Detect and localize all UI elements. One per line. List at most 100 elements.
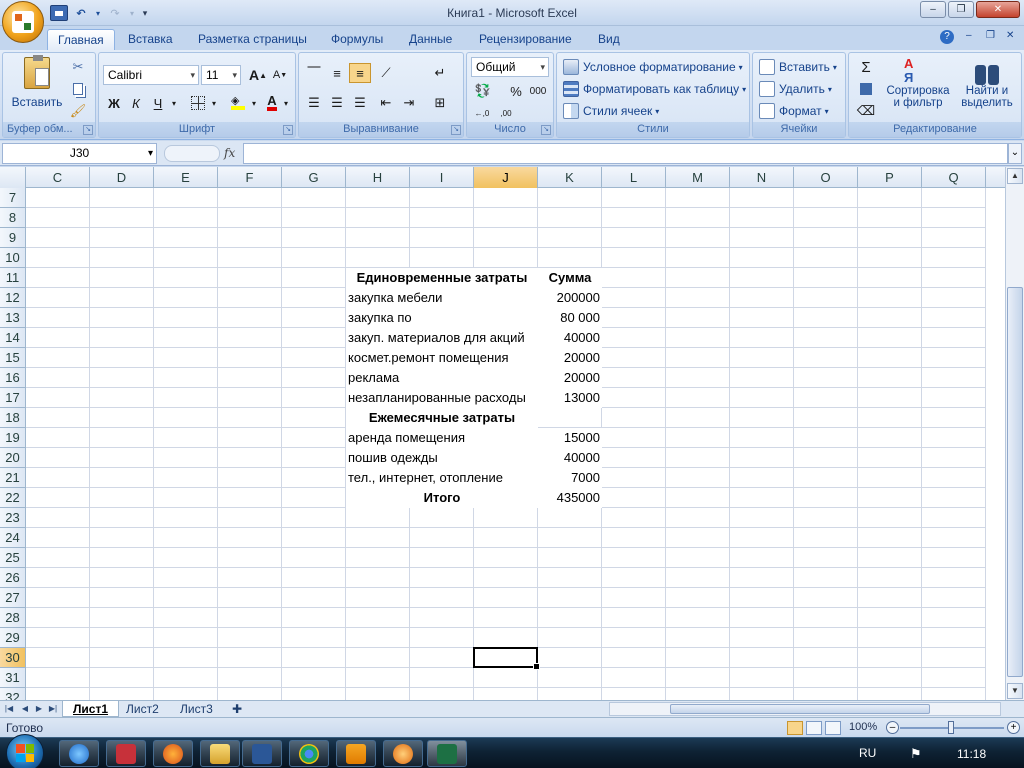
row-header-10[interactable]: 10: [0, 248, 26, 268]
column-header-G[interactable]: G: [282, 167, 346, 188]
delete-cells-button[interactable]: Удалить ▾: [759, 79, 832, 99]
cell-value-row-20[interactable]: 40000: [538, 448, 602, 468]
align-top-icon[interactable]: ⎺: [303, 63, 325, 83]
autosum-icon[interactable]: Σ: [855, 57, 877, 77]
next-sheet-icon[interactable]: ▶: [33, 703, 45, 715]
scroll-down-icon[interactable]: ▼: [1007, 683, 1023, 699]
row-header-30[interactable]: 30: [0, 648, 26, 668]
number-format-combo[interactable]: Общий: [471, 57, 549, 77]
increase-indent-icon[interactable]: ⇥: [398, 93, 420, 113]
minimize-button[interactable]: –: [920, 1, 946, 18]
vertical-scrollbar[interactable]: ▲ ▼: [1005, 167, 1024, 700]
row-header-18[interactable]: 18: [0, 408, 26, 428]
cell-label-row-14[interactable]: закуп. материалов для акций: [346, 328, 538, 348]
borders-icon[interactable]: [187, 93, 209, 113]
language-indicator[interactable]: RU: [859, 746, 876, 760]
taskbar-app7-button[interactable]: [383, 740, 423, 767]
horizontal-scroll-thumb[interactable]: [670, 704, 930, 714]
column-header-P[interactable]: P: [858, 167, 922, 188]
column-header-J[interactable]: J: [474, 167, 538, 188]
thousands-button[interactable]: 000: [527, 81, 549, 101]
cell-value-row-16[interactable]: 20000: [538, 368, 602, 388]
row-header-7[interactable]: 7: [0, 188, 26, 208]
tab-formulas[interactable]: Формулы: [321, 29, 393, 50]
format-cells-button[interactable]: Формат ▾: [759, 101, 829, 121]
last-sheet-icon[interactable]: ▶|: [47, 703, 59, 715]
row-header-15[interactable]: 15: [0, 348, 26, 368]
taskbar-chrome-button[interactable]: [289, 740, 329, 767]
row-header-26[interactable]: 26: [0, 568, 26, 588]
normal-view-icon[interactable]: [787, 721, 803, 735]
column-header-E[interactable]: E: [154, 167, 218, 188]
cell-label-row-16[interactable]: реклама: [346, 368, 538, 388]
vertical-scroll-thumb[interactable]: [1007, 287, 1023, 677]
select-all-corner[interactable]: [0, 167, 26, 188]
cell-label-row-18[interactable]: Ежемесячные затраты: [346, 408, 538, 428]
insert-sheet-icon[interactable]: ✚: [226, 701, 248, 717]
row-header-9[interactable]: 9: [0, 228, 26, 248]
cell-label-row-22[interactable]: Итого: [346, 488, 538, 508]
align-bottom-icon[interactable]: ≡: [349, 63, 371, 83]
clock[interactable]: 11:18: [957, 747, 986, 761]
row-header-25[interactable]: 25: [0, 548, 26, 568]
column-header-N[interactable]: N: [730, 167, 794, 188]
taskbar-media-button[interactable]: [336, 740, 376, 767]
fill-color-dropdown-icon[interactable]: ▾: [249, 93, 259, 113]
cell-label-row-20[interactable]: пошив одежды: [346, 448, 538, 468]
row-header-11[interactable]: 11: [0, 268, 26, 288]
taskbar-firefox-button[interactable]: [153, 740, 193, 767]
insert-function-icon[interactable]: fx: [224, 146, 235, 160]
spreadsheet-grid[interactable]: CDEFGHIJKLMNOPQ 7 8 9 10 11 12 13 14 15 16 17 18 19 2…: [0, 167, 1005, 700]
cell-styles-button[interactable]: Стили ячеек ▾: [563, 101, 659, 121]
zoom-out-button[interactable]: –: [886, 721, 899, 734]
row-header-19[interactable]: 19: [0, 428, 26, 448]
cell-label-row-17[interactable]: незапланированные расходы: [346, 388, 538, 408]
row-header-22[interactable]: 22: [0, 488, 26, 508]
action-center-flag-icon[interactable]: ⚑: [910, 746, 922, 762]
sheet-tab-1[interactable]: Лист1: [62, 701, 120, 717]
cell-value-row-13[interactable]: 80 000: [538, 308, 602, 328]
underline-dropdown-icon[interactable]: ▾: [169, 93, 179, 113]
column-header-F[interactable]: F: [218, 167, 282, 188]
align-right-icon[interactable]: ☰: [349, 93, 371, 113]
restore-button[interactable]: ❐: [948, 1, 974, 18]
font-color-icon[interactable]: A: [261, 93, 283, 113]
cell-value-row-17[interactable]: 13000: [538, 388, 602, 408]
ribbon-restore-icon[interactable]: ❐: [986, 30, 995, 41]
page-layout-view-icon[interactable]: [806, 721, 822, 735]
font-color-dropdown-icon[interactable]: ▾: [281, 93, 291, 113]
zoom-level[interactable]: 100%: [849, 721, 877, 733]
row-header-31[interactable]: 31: [0, 668, 26, 688]
row-header-17[interactable]: 17: [0, 388, 26, 408]
page-break-view-icon[interactable]: [825, 721, 841, 735]
column-header-K[interactable]: K: [538, 167, 602, 188]
row-header-13[interactable]: 13: [0, 308, 26, 328]
format-painter-icon[interactable]: 🖌: [67, 101, 89, 121]
tab-insert[interactable]: Вставка: [118, 29, 183, 50]
cell-label-row-19[interactable]: аренда помещения: [346, 428, 538, 448]
underline-button[interactable]: Ч: [147, 93, 169, 113]
insert-cells-button[interactable]: Вставить ▾: [759, 57, 837, 77]
grow-font-button[interactable]: A ▲: [247, 65, 269, 85]
tab-home[interactable]: Главная: [47, 29, 115, 50]
column-header-L[interactable]: L: [602, 167, 666, 188]
column-header-I[interactable]: I: [410, 167, 474, 188]
copy-icon[interactable]: [67, 79, 89, 99]
taskbar-app2-button[interactable]: [106, 740, 146, 767]
ribbon-close-icon[interactable]: ✕: [1006, 30, 1014, 41]
zoom-slider-thumb[interactable]: [948, 721, 954, 734]
sheet-tab-3[interactable]: Лист3: [170, 701, 223, 717]
increase-decimal-icon[interactable]: ←,0: [471, 103, 493, 123]
prev-sheet-icon[interactable]: ◀: [19, 703, 31, 715]
cell-label-row-13[interactable]: закупка по: [346, 308, 538, 328]
office-button[interactable]: [2, 1, 44, 43]
column-header-O[interactable]: O: [794, 167, 858, 188]
cell-value-row-19[interactable]: 15000: [538, 428, 602, 448]
borders-dropdown-icon[interactable]: ▾: [209, 93, 219, 113]
tab-data[interactable]: Данные: [399, 29, 462, 50]
cell-label-row-21[interactable]: тел., интернет, отопление: [346, 468, 538, 488]
format-as-table-button[interactable]: Форматировать как таблицу ▾: [563, 79, 746, 99]
decrease-decimal-icon[interactable]: ,00: [495, 103, 517, 123]
align-center-icon[interactable]: ☰: [326, 93, 348, 113]
row-header-12[interactable]: 12: [0, 288, 26, 308]
